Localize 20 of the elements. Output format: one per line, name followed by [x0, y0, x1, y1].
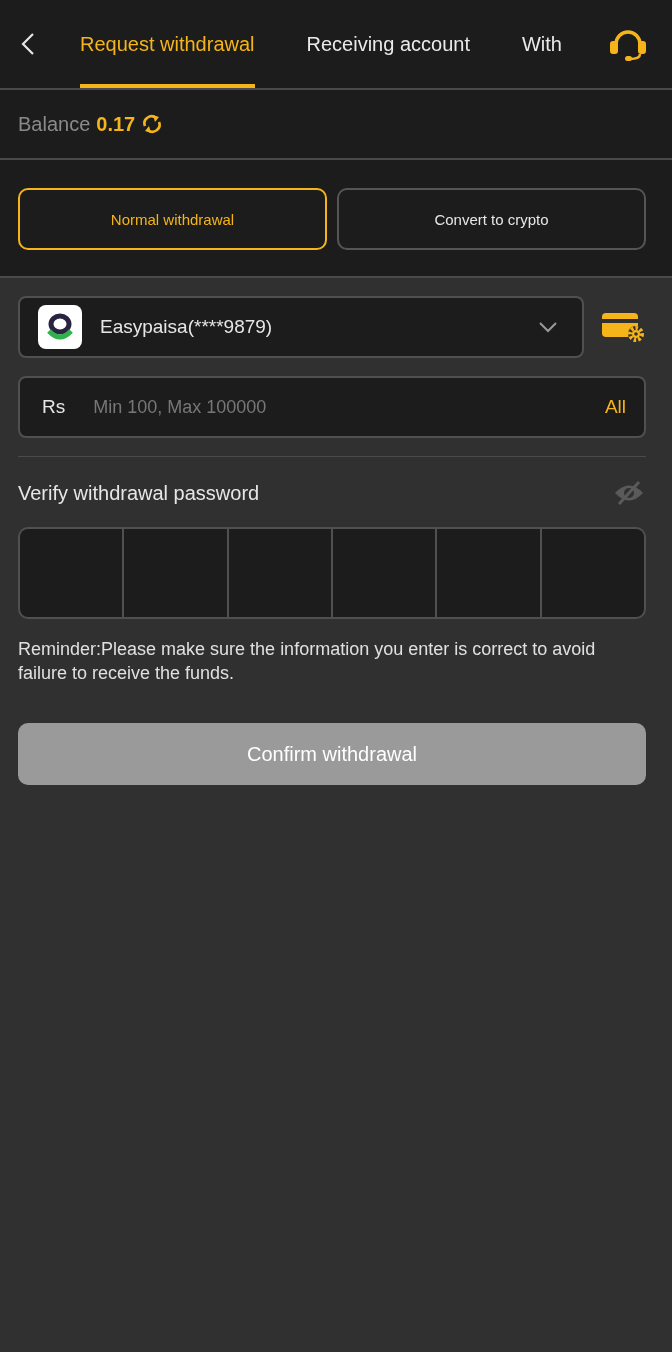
all-link[interactable]: All — [604, 396, 626, 418]
balance-label: Balance — [18, 112, 91, 136]
account-value: Easypaisa(****9879) — [100, 316, 274, 338]
currency-label: Rs — [42, 396, 66, 418]
reminder-text: Reminder:Please make sure the information you enter is correct to avoid failure to receive the funds. — [18, 638, 597, 685]
balance-value: 0.17 — [96, 112, 136, 136]
tab[interactable]: With — [521, 0, 562, 88]
tab[interactable]: Receiving account — [306, 0, 470, 88]
mode-button[interactable]: Normal withdrawal — [18, 188, 327, 250]
password-digit-box[interactable] — [331, 529, 436, 617]
password-digit-box[interactable] — [539, 529, 644, 617]
card-settings-icon[interactable] — [600, 311, 646, 343]
amount-field[interactable]: Rs Min 100, Max 100000 All — [18, 376, 646, 438]
account-select[interactable]: Easypaisa(****9879) — [18, 296, 584, 358]
refresh-icon[interactable] — [141, 113, 164, 135]
wallet-logo-icon — [38, 305, 82, 349]
mode-button[interactable]: Convert to crypto — [337, 188, 646, 250]
password-label: Verify withdrawal password — [18, 481, 260, 505]
chevron-down-icon — [538, 321, 558, 333]
back-icon[interactable] — [20, 32, 36, 56]
